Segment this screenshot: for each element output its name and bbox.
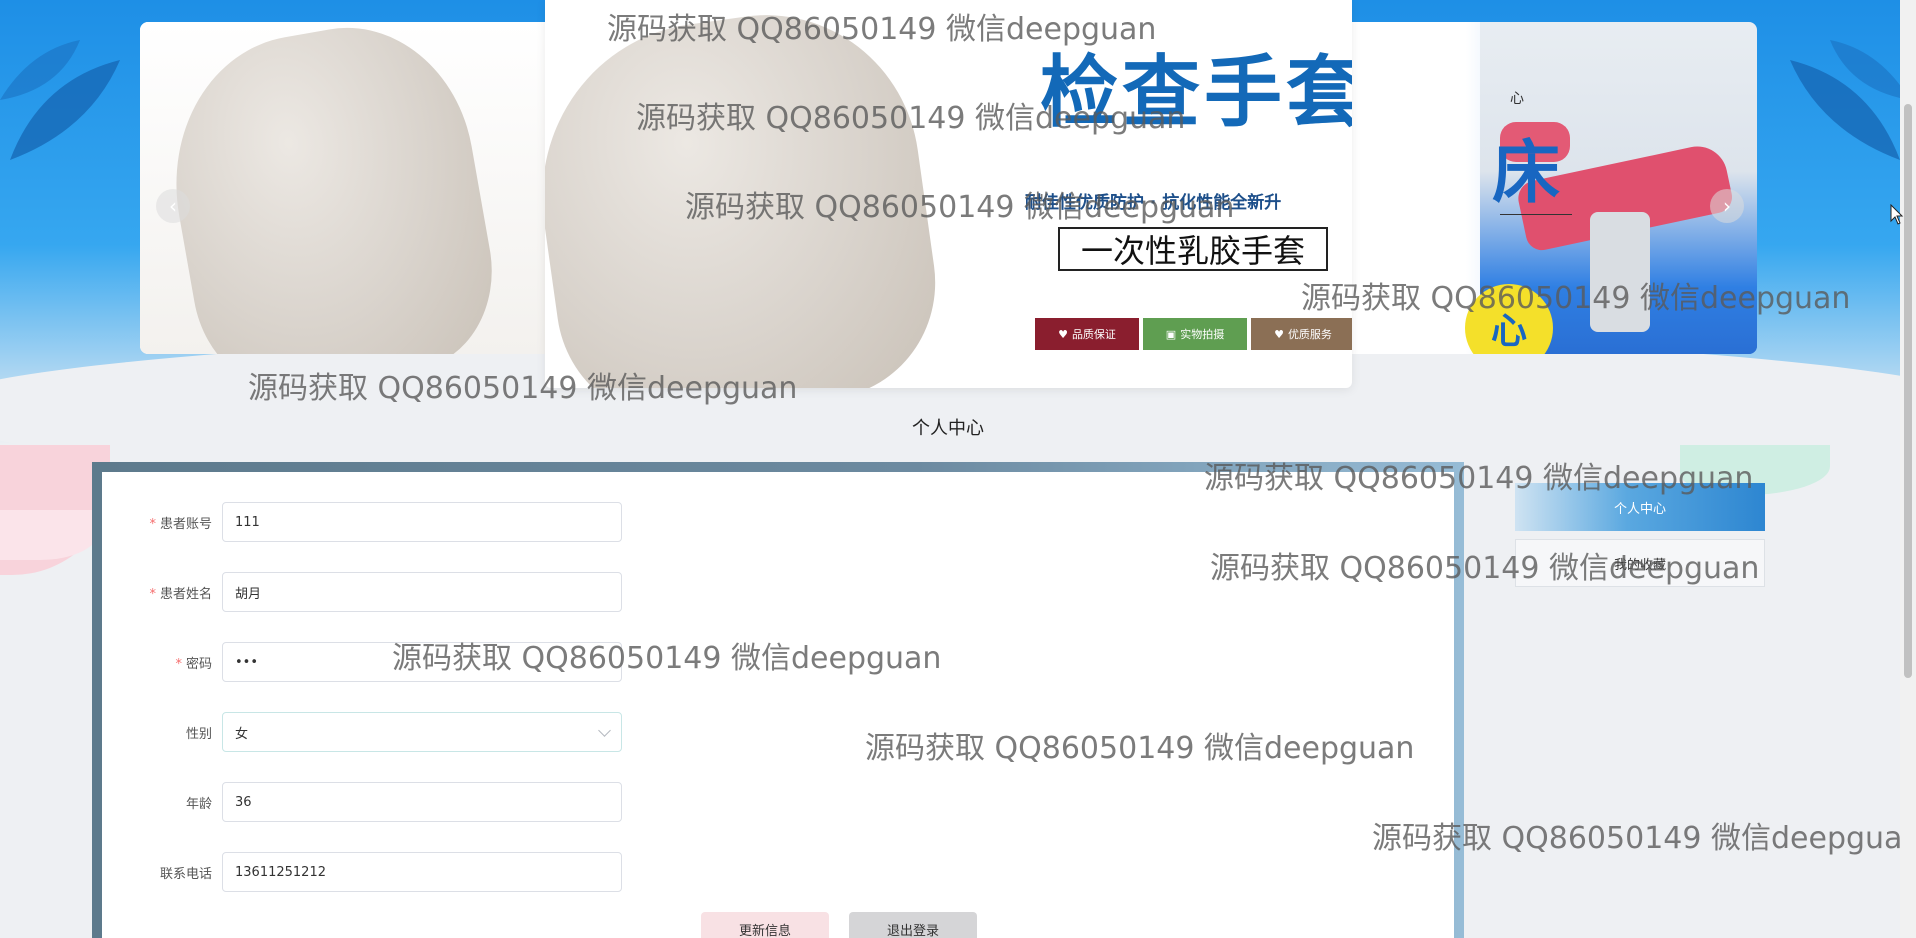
decorative-blob	[0, 510, 100, 560]
slide-subtitle: 耐佳性优质防护 · 抗化性能全新升	[1025, 193, 1282, 213]
badge-real-photo: ▣ 实物拍摄	[1143, 318, 1247, 350]
carousel-active-slide[interactable]: 检查手套 耐佳性优质防护 · 抗化性能全新升 一次性乳胶手套 ♥ 品质保证 ▣ 实物…	[545, 0, 1352, 388]
glove-image-large	[545, 0, 951, 388]
logout-button[interactable]: 退出登录	[849, 912, 977, 938]
slide-divider	[1500, 214, 1572, 215]
account-input[interactable]: 111	[222, 502, 622, 542]
update-info-button[interactable]: 更新信息	[701, 912, 829, 938]
carousel-next-button[interactable]: ›	[1710, 189, 1744, 223]
menu-item-profile[interactable]: 个人中心	[1515, 483, 1765, 531]
phone-input[interactable]: 13611251212	[222, 852, 622, 892]
gender-select[interactable]: 女	[222, 712, 622, 752]
chevron-left-icon: ‹	[169, 194, 177, 218]
page-title: 个人中心	[912, 418, 984, 439]
form-row-name: * 患者姓名 胡月	[130, 572, 622, 612]
slide-title: 检查手套	[1040, 47, 1352, 138]
slide-product-name: 一次性乳胶手套	[1058, 227, 1328, 271]
chevron-right-icon: ›	[1723, 194, 1731, 218]
side-menu: 个人中心 我的收藏	[1515, 483, 1765, 595]
slide-side-title: 床	[1492, 133, 1561, 213]
badge-quality: ♥ 品质保证	[1035, 318, 1139, 350]
leaf-decoration-right	[1790, 40, 1910, 160]
gender-label: 性别	[185, 726, 212, 742]
form-row-password: * 密码 •••	[130, 642, 622, 682]
required-mark: *	[149, 516, 156, 532]
menu-item-favorites[interactable]: 我的收藏	[1515, 539, 1765, 587]
age-label: 年龄	[185, 796, 212, 812]
camera-icon: ▣	[1165, 327, 1177, 341]
form-row-account: * 患者账号 111	[130, 502, 622, 542]
age-input[interactable]: 36	[222, 782, 622, 822]
carousel-prev-button[interactable]: ‹	[156, 189, 190, 223]
required-mark: *	[149, 586, 156, 602]
slide-side-small-text: 心	[1510, 91, 1524, 107]
form-row-gender: 性别 女	[130, 712, 622, 752]
name-label: * 患者姓名	[149, 586, 212, 602]
password-label: * 密码	[175, 656, 212, 672]
gender-select-value: 女	[235, 726, 249, 742]
heart-icon: ♥	[1274, 327, 1284, 341]
name-input[interactable]: 胡月	[222, 572, 622, 612]
phone-label: 联系电话	[159, 866, 212, 882]
glove-image	[151, 22, 509, 354]
chevron-down-icon	[598, 723, 611, 737]
password-input[interactable]: •••	[222, 642, 622, 682]
form-row-age: 年龄 36	[130, 782, 622, 822]
account-label: * 患者账号	[149, 516, 212, 532]
slide-badges: ♥ 品质保证 ▣ 实物拍摄 ♥ 优质服务	[1035, 318, 1352, 350]
heart-icon: ♥	[1058, 327, 1068, 341]
scrollbar-thumb[interactable]	[1904, 104, 1912, 678]
form-row-phone: 联系电话 13611251212	[130, 852, 622, 892]
mouse-cursor-icon	[1890, 204, 1904, 225]
required-mark: *	[175, 656, 182, 672]
carousel-slide-gloves	[140, 22, 545, 354]
badge-service: ♥ 优质服务	[1251, 318, 1352, 350]
leaf-decoration-left	[0, 40, 120, 160]
page-scrollbar[interactable]	[1900, 0, 1916, 938]
